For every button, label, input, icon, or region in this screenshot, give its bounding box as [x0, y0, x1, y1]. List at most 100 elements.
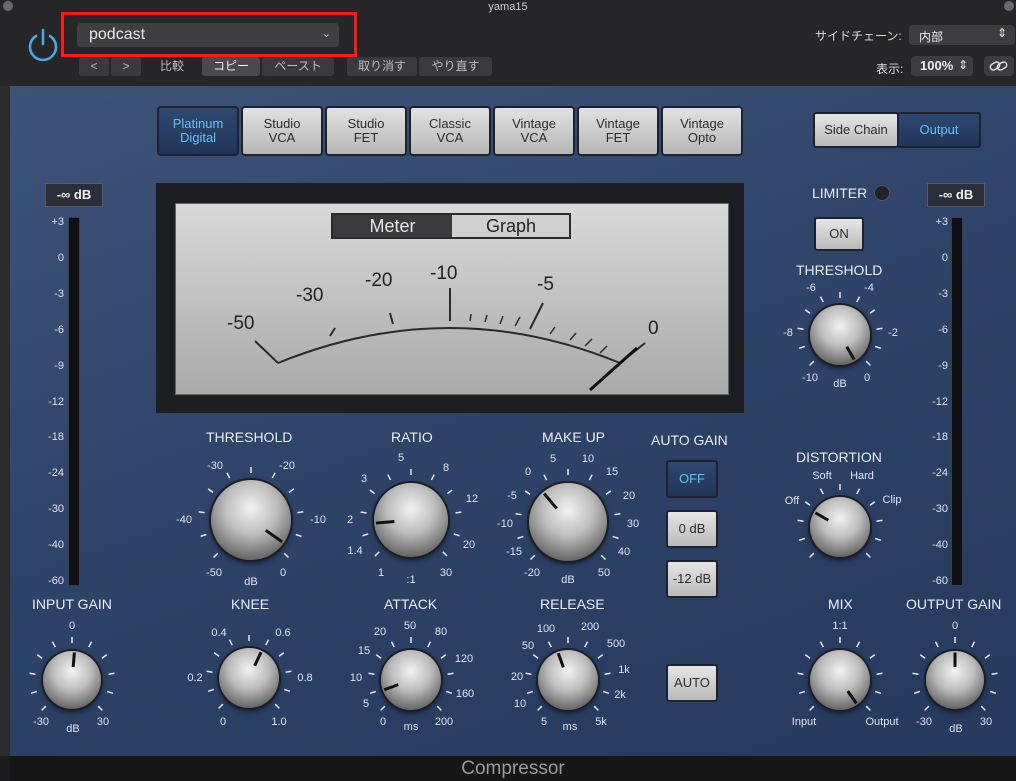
knee-knob[interactable] — [219, 648, 279, 708]
limiter-threshold-knob-tick-label: -2 — [888, 327, 898, 339]
highlight-box — [61, 12, 357, 57]
sidechain-select[interactable]: 内部 ⇕ — [909, 25, 1015, 45]
paste-button[interactable]: ペースト — [262, 57, 334, 76]
auto-gain-label: AUTO GAIN — [651, 432, 728, 448]
input-meter-tick: -40 — [48, 539, 64, 552]
input-meter-tick: 0 — [57, 251, 64, 264]
compare-button[interactable]: 比較 — [152, 57, 192, 76]
mix-knob[interactable] — [810, 650, 870, 710]
model-label: Vintage Opto — [680, 116, 724, 145]
makeup-knob-tick-label: -5 — [507, 490, 517, 502]
view-label: 表示: — [876, 62, 904, 76]
output-meter-tick: -30 — [932, 503, 948, 516]
link-icon[interactable] — [984, 56, 1014, 76]
makeup-knob[interactable] — [529, 483, 607, 561]
output-meter-tick: -18 — [932, 431, 948, 444]
output-gain-knob-tick-label: -30 — [916, 716, 932, 728]
distortion-knob[interactable] — [810, 497, 870, 557]
makeup-knob-tick-label: dB — [561, 574, 575, 586]
attack-knob-tick-label: 80 — [434, 626, 448, 638]
model-studio-vca[interactable]: Studio VCA — [241, 106, 323, 156]
ratio-knob-tick-label: 2 — [346, 514, 354, 526]
release-knob-tick-label: 50 — [521, 640, 535, 652]
makeup-knob-tick-label: 20 — [622, 490, 636, 502]
knee-knob-tick-label: 0 — [219, 716, 227, 728]
limiter-label: LIMITER — [812, 185, 868, 201]
power-icon[interactable] — [25, 27, 61, 63]
release-knob-tick-label: 1k — [618, 664, 630, 676]
release-knob-tick-label: 20 — [510, 671, 524, 683]
output-button[interactable]: Output — [897, 112, 981, 148]
output-meter-tick: +3 — [935, 216, 948, 228]
input-meter-tick: -60 — [48, 575, 64, 587]
ratio-knob-tick-label: 8 — [442, 462, 450, 474]
undo-button[interactable]: 取り消す — [347, 57, 417, 76]
makeup-knob-tick-label: 40 — [617, 546, 631, 558]
input-meter-tick: -3 — [54, 287, 64, 300]
vu-label-5: -5 — [537, 274, 554, 295]
input-meter-tick: -9 — [54, 359, 64, 372]
model-vintage-fet[interactable]: Vintage FET — [577, 106, 659, 156]
vu-meter-scale — [254, 288, 646, 392]
ratio-knob-tick-label: 12 — [465, 493, 479, 505]
limiter-on-button[interactable]: ON — [814, 217, 864, 251]
model-studio-fet[interactable]: Studio FET — [325, 106, 407, 156]
auto-gain-off-button[interactable]: OFF — [666, 460, 718, 498]
updown-chevron-icon: ⇕ — [958, 58, 969, 72]
window-menu-icon[interactable] — [1004, 1, 1014, 11]
limiter-threshold-knob-tick-label: -4 — [864, 282, 874, 294]
model-classic-vca[interactable]: Classic VCA — [409, 106, 491, 156]
output-meter-tick: -40 — [932, 539, 948, 552]
release-knob[interactable] — [538, 650, 598, 710]
model-vintage-vca[interactable]: Vintage VCA — [493, 106, 575, 156]
model-platinum-digital[interactable]: Platinum Digital — [157, 106, 239, 156]
input-meter-tick: -18 — [48, 431, 64, 444]
limiter-led-icon — [874, 185, 890, 201]
auto-gain-0db-button[interactable]: 0 dB — [666, 510, 718, 548]
ratio-knob[interactable] — [374, 483, 448, 557]
limiter-threshold-knob-tick-label: -6 — [806, 282, 816, 294]
attack-knob-tick-label: 0 — [379, 716, 387, 728]
output-meter-tick: -24 — [932, 467, 948, 480]
window-close-icon[interactable] — [3, 1, 13, 11]
output-gain-knob[interactable] — [926, 651, 984, 709]
makeup-knob-tick-label: 50 — [597, 567, 611, 579]
mix-knob-tick-label: 1:1 — [832, 620, 848, 632]
side-chain-button[interactable]: Side Chain — [813, 112, 899, 148]
attack-knob-tick-label: 20 — [373, 626, 387, 638]
output-meter-tick: -6 — [938, 323, 948, 336]
auto-gain-minus12-button[interactable]: -12 dB — [666, 560, 718, 598]
threshold-knob-tick-label: -10 — [310, 514, 326, 526]
limiter-threshold-knob[interactable] — [810, 305, 870, 365]
attack-knob-tick-label: 120 — [454, 653, 474, 665]
prev-preset-button[interactable]: < — [79, 57, 109, 76]
vu-label-0: 0 — [648, 318, 659, 339]
input-meter-tick: -24 — [48, 467, 64, 480]
attack-knob-tick-label: 10 — [349, 672, 363, 684]
threshold-knob-tick-label: -20 — [279, 460, 295, 472]
distortion-knob-tick-label: Hard — [850, 470, 874, 482]
next-preset-button[interactable]: > — [111, 57, 141, 76]
zoom-select[interactable]: 100% ⇕ — [911, 56, 973, 76]
attack-knob-tick-label: 160 — [455, 688, 475, 700]
output-meter-tick: -60 — [932, 575, 948, 587]
threshold-knob-tick-label: dB — [244, 576, 258, 588]
attack-knob[interactable] — [381, 650, 441, 710]
copy-button[interactable]: コピー — [202, 57, 260, 76]
threshold-knob[interactable] — [211, 480, 291, 560]
mix-knob-tick-label: Input — [791, 716, 817, 728]
threshold-knob-tick-label: -30 — [207, 460, 223, 472]
vu-label-50: -50 — [227, 313, 255, 334]
attack-knob-tick-label: 50 — [403, 620, 417, 632]
threshold-knob-tick-label: -40 — [176, 514, 192, 526]
release-knob-tick-label: 5 — [540, 716, 548, 728]
mix-knob-tick-label: Output — [865, 716, 899, 728]
sidechain-value: 内部 — [919, 30, 944, 44]
model-label: Studio VCA — [263, 116, 301, 145]
output-meter-tick: 0 — [941, 251, 948, 264]
redo-button[interactable]: やり直す — [419, 57, 492, 76]
model-vintage-opto[interactable]: Vintage Opto — [661, 106, 743, 156]
input-gain-knob[interactable] — [43, 651, 101, 709]
distortion-knob-tick-label: Soft — [812, 470, 832, 482]
auto-release-button[interactable]: AUTO — [666, 664, 718, 702]
